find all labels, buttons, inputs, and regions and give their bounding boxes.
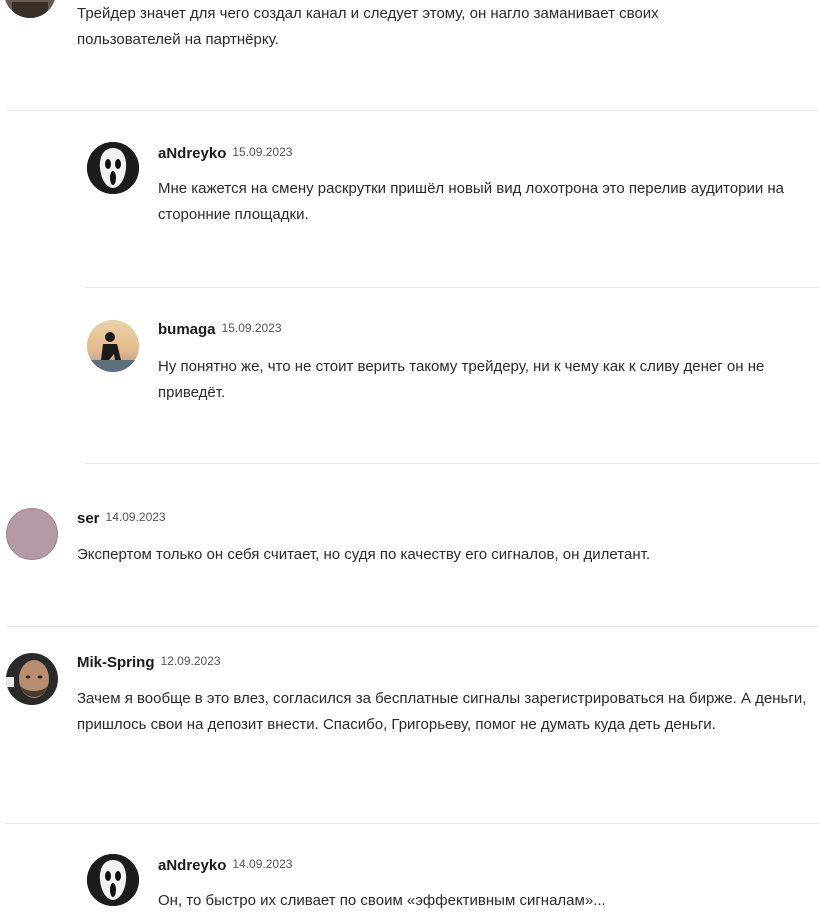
comment-date: 14.09.2023 [105, 510, 166, 524]
comment-text: Он, то быстро их сливает по своим «эффек… [158, 892, 606, 909]
comment-text: Зачем я вообще в это влез, согласился за… [77, 690, 807, 733]
scream-mask-avatar-icon[interactable] [87, 854, 139, 906]
comment-text: Трейдер значет для чего создал канал и с… [77, 5, 659, 48]
comment-author[interactable]: Mik-Spring [77, 654, 155, 671]
comment-divider [6, 626, 819, 627]
user-avatar-icon[interactable] [4, 0, 56, 18]
comment-meta: aNdreyko 14.09.2023 [158, 857, 292, 875]
comment-author[interactable]: aNdreyko [158, 857, 226, 874]
comment-meta: bumaga 15.09.2023 [158, 321, 282, 339]
comment-meta: Mik-Spring 12.09.2023 [77, 654, 221, 672]
comment-text: Мне кажется на смену раскрутки пришёл но… [158, 180, 785, 223]
comment-date: 12.09.2023 [160, 654, 221, 668]
comment-author[interactable]: aNdreyko [158, 145, 226, 162]
comment-text: Ну понятно же, что не стоит верить таком… [158, 358, 765, 401]
scream-mask-avatar-icon[interactable] [87, 142, 139, 194]
comment-date: 15.09.2023 [221, 321, 282, 335]
comment-date: 14.09.2023 [232, 857, 293, 871]
comment-divider [86, 463, 819, 464]
bald-man-avatar-icon[interactable] [6, 653, 58, 705]
default-avatar-icon[interactable] [6, 508, 58, 560]
comment-divider [6, 110, 819, 111]
comment-divider [86, 287, 819, 288]
comment-divider [6, 823, 819, 824]
comment-date: 15.09.2023 [232, 145, 293, 159]
comment-text: Экспертом только он себя считает, но суд… [77, 546, 650, 563]
comment-author[interactable]: bumaga [158, 321, 216, 338]
comment-author[interactable]: ser [77, 510, 100, 527]
comment-meta: aNdreyko 15.09.2023 [158, 145, 292, 163]
comment-meta: ser 14.09.2023 [77, 510, 166, 528]
silhouette-sunset-avatar-icon[interactable] [87, 320, 139, 372]
